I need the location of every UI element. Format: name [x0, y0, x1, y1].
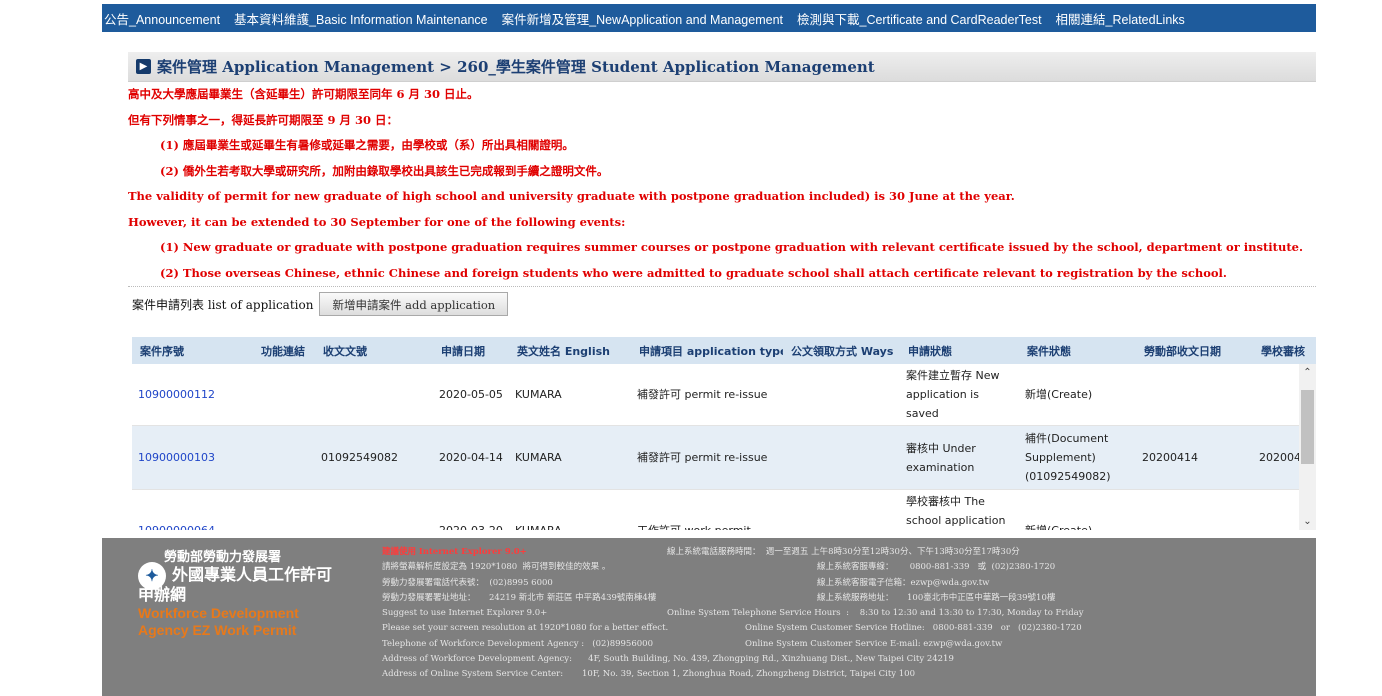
- table-row: 10900000103 01092549082 2020-04-14 KUMAR…: [132, 425, 1316, 490]
- case-status-cell: 新增(Create): [1019, 489, 1136, 530]
- breadcrumb: ▶ 案件管理 Application Management > 260_學生案件…: [128, 52, 1316, 82]
- scrollbar-thumb[interactable]: [1301, 390, 1314, 464]
- function-link-cell: [253, 489, 315, 530]
- column-header[interactable]: 勞動部收文日期: [1136, 337, 1253, 364]
- mol-date-cell: [1136, 489, 1253, 530]
- table-header-row: 案件序號 功能連結 收文文號 申請日期 英文姓名 English 申請項目 ap…: [132, 337, 1316, 364]
- table-scrollbar[interactable]: ⌃ ⌄: [1299, 364, 1316, 530]
- mol-date-cell: 20200414: [1136, 425, 1253, 490]
- notice-line: (2) Those overseas Chinese, ethnic Chine…: [160, 265, 1227, 280]
- logo-english: Workforce Development: [138, 605, 299, 621]
- notice-line: The validity of permit for new graduate …: [128, 189, 1015, 203]
- case-number-link[interactable]: 10900000103: [132, 425, 253, 490]
- page: 公告_Announcement 基本資料維護_Basic Information…: [0, 0, 1382, 696]
- list-toolbar: 案件申請列表 list of application 新增申請案件 add ap…: [128, 287, 1316, 321]
- logo-english: Agency EZ Work Permit: [138, 622, 297, 638]
- application-type-cell: 補發許可 permit re-issue: [631, 425, 783, 490]
- mol-date-cell: [1136, 364, 1253, 426]
- notice-line: (2) 僑外生若考取大學或研究所，加附由錄取學校出具該生已完成報到手續之證明文件…: [160, 163, 609, 178]
- footer-info-line: Address of Online System Service Center:…: [382, 669, 915, 680]
- case-status-cell: 補件(Document Supplement) (01092549082): [1019, 425, 1136, 490]
- footer-info-line: Online System Telephone Service Hours : …: [667, 608, 1084, 619]
- add-application-button[interactable]: 新增申請案件 add application: [319, 292, 509, 316]
- column-header[interactable]: 收文文號: [315, 337, 433, 364]
- nav-related-links[interactable]: 相關連結_RelatedLinks: [1056, 9, 1185, 28]
- function-link-cell: [253, 364, 315, 426]
- case-number-link[interactable]: 10900000112: [132, 364, 253, 426]
- main-content: ▶ 案件管理 Application Management > 260_學生案件…: [128, 52, 1316, 321]
- footer-info-line: 線上系統電話服務時間： 週一至週五 上午8時30分至12時30分、下午13時30…: [667, 547, 1020, 557]
- application-table: 案件序號 功能連結 收文文號 申請日期 英文姓名 English 申請項目 ap…: [132, 337, 1316, 530]
- arrow-right-icon: ▶: [136, 59, 151, 74]
- column-header[interactable]: 案件狀態: [1019, 337, 1136, 364]
- application-table-wrapper: 案件序號 功能連結 收文文號 申請日期 英文姓名 English 申請項目 ap…: [132, 337, 1316, 530]
- logo-org-name: 勞動部勞動力發展署: [164, 550, 282, 565]
- footer-info-line: 線上系統服務地址： 100臺北市中正區中華路一段39號10樓: [817, 592, 1056, 603]
- column-header[interactable]: 英文姓名 English: [509, 337, 631, 364]
- ways-cell: [783, 425, 900, 490]
- column-header[interactable]: 案件序號: [132, 337, 253, 364]
- case-status-cell: 新增(Create): [1019, 364, 1136, 426]
- logo-title: 外國專業人員工作許可: [172, 565, 333, 584]
- ways-cell: [783, 364, 900, 426]
- apply-date-cell: 2020-05-05: [433, 364, 509, 426]
- ways-cell: [783, 489, 900, 530]
- column-header[interactable]: 學校審核: [1253, 337, 1316, 364]
- scroll-down-icon[interactable]: ⌄: [1299, 513, 1316, 530]
- document-number-cell: [315, 364, 433, 426]
- english-name-cell: KUMARA: [509, 425, 631, 490]
- nav-announcement[interactable]: 公告_Announcement: [104, 9, 220, 28]
- nav-new-application[interactable]: 案件新增及管理_NewApplication and Management: [502, 9, 783, 28]
- notice-line: (1) 應屆畢業生或延畢生有暑修或延畢之需要，由學校或（系）所出具相關證明。: [160, 138, 574, 152]
- apply-date-cell: 2020-03-20: [433, 489, 509, 530]
- footer-info-line: Online System Customer Service E-mail: e…: [745, 638, 1003, 649]
- site-logo: ✦ 勞動部勞動力發展署 外國專業人員工作許可 申辦網 Workforce Dev…: [138, 546, 358, 639]
- top-navigation: 公告_Announcement 基本資料維護_Basic Information…: [102, 4, 1316, 32]
- document-number-cell: 01092549082: [315, 425, 433, 490]
- english-name-cell: KUMARA: [509, 364, 631, 426]
- application-type-cell: 工作許可 work permit: [631, 489, 783, 530]
- notice-line: (1) New graduate or graduate with postpo…: [160, 240, 1303, 254]
- nav-certificate-test[interactable]: 檢測與下載_Certificate and CardReaderTest: [797, 9, 1042, 28]
- footer-info-line: Online System Customer Service Hotline: …: [745, 623, 1082, 634]
- scroll-up-icon[interactable]: ⌃: [1299, 364, 1316, 381]
- column-header[interactable]: 功能連結: [253, 337, 315, 364]
- apply-date-cell: 2020-04-14: [433, 425, 509, 490]
- apply-status-cell: 學校審核中 The school application is under ex…: [900, 489, 1019, 530]
- function-link-cell: [253, 425, 315, 490]
- notice-box: 高中及大學應屆畢業生（含延畢生）許可期限至同年 6 月 30 日止。 但有下列情…: [128, 82, 1316, 286]
- notice-line: 但有下列情事之一，得延長許可期限至 9 月 30 日：: [128, 112, 399, 127]
- footer-info-line: 線上系統客服專線： 0800-881-339 或 (02)2380-1720: [817, 562, 1056, 573]
- list-label: 案件申請列表 list of application: [132, 297, 314, 312]
- footer-info-line: 線上系統客服電子信箱：ezwp@wda.gov.tw: [817, 577, 990, 588]
- case-number-link[interactable]: 10900000064: [132, 489, 253, 530]
- notice-line: 高中及大學應屆畢業生（含延畢生）許可期限至同年 6 月 30 日止。: [128, 87, 479, 101]
- footer-info-line: Address of Workforce Development Agency:…: [382, 654, 954, 665]
- agency-logo-icon: ✦: [138, 562, 166, 590]
- notice-line: However, it can be extended to 30 Septem…: [128, 214, 626, 229]
- document-number-cell: [315, 489, 433, 530]
- english-name-cell: KUMARA: [509, 489, 631, 530]
- column-header[interactable]: 申請項目 application type: [631, 337, 783, 364]
- logo-title: 申辦網: [138, 585, 187, 604]
- page-title: 案件管理 Application Management > 260_學生案件管理…: [157, 58, 875, 76]
- footer-service-info: 線上系統電話服務時間： 週一至週五 上午8時30分至12時30分、下午13時30…: [667, 545, 1084, 652]
- footer: ✦ 勞動部勞動力發展署 外國專業人員工作許可 申辦網 Workforce Dev…: [102, 538, 1316, 696]
- table-row: 10900000112 2020-05-05 KUMARA 補發許可 permi…: [132, 364, 1316, 426]
- apply-status-cell: 案件建立暫存 New application is saved: [900, 364, 1019, 426]
- nav-basic-info[interactable]: 基本資料維護_Basic Information Maintenance: [234, 9, 488, 28]
- column-header[interactable]: 申請日期: [433, 337, 509, 364]
- column-header[interactable]: 申請狀態: [900, 337, 1019, 364]
- application-type-cell: 補發許可 permit re-issue: [631, 364, 783, 426]
- column-header[interactable]: 公文領取方式 Ways: [783, 337, 900, 364]
- apply-status-cell: 審核中 Under examination: [900, 425, 1019, 490]
- table-row: 10900000064 2020-03-20 KUMARA 工作許可 work …: [132, 489, 1316, 530]
